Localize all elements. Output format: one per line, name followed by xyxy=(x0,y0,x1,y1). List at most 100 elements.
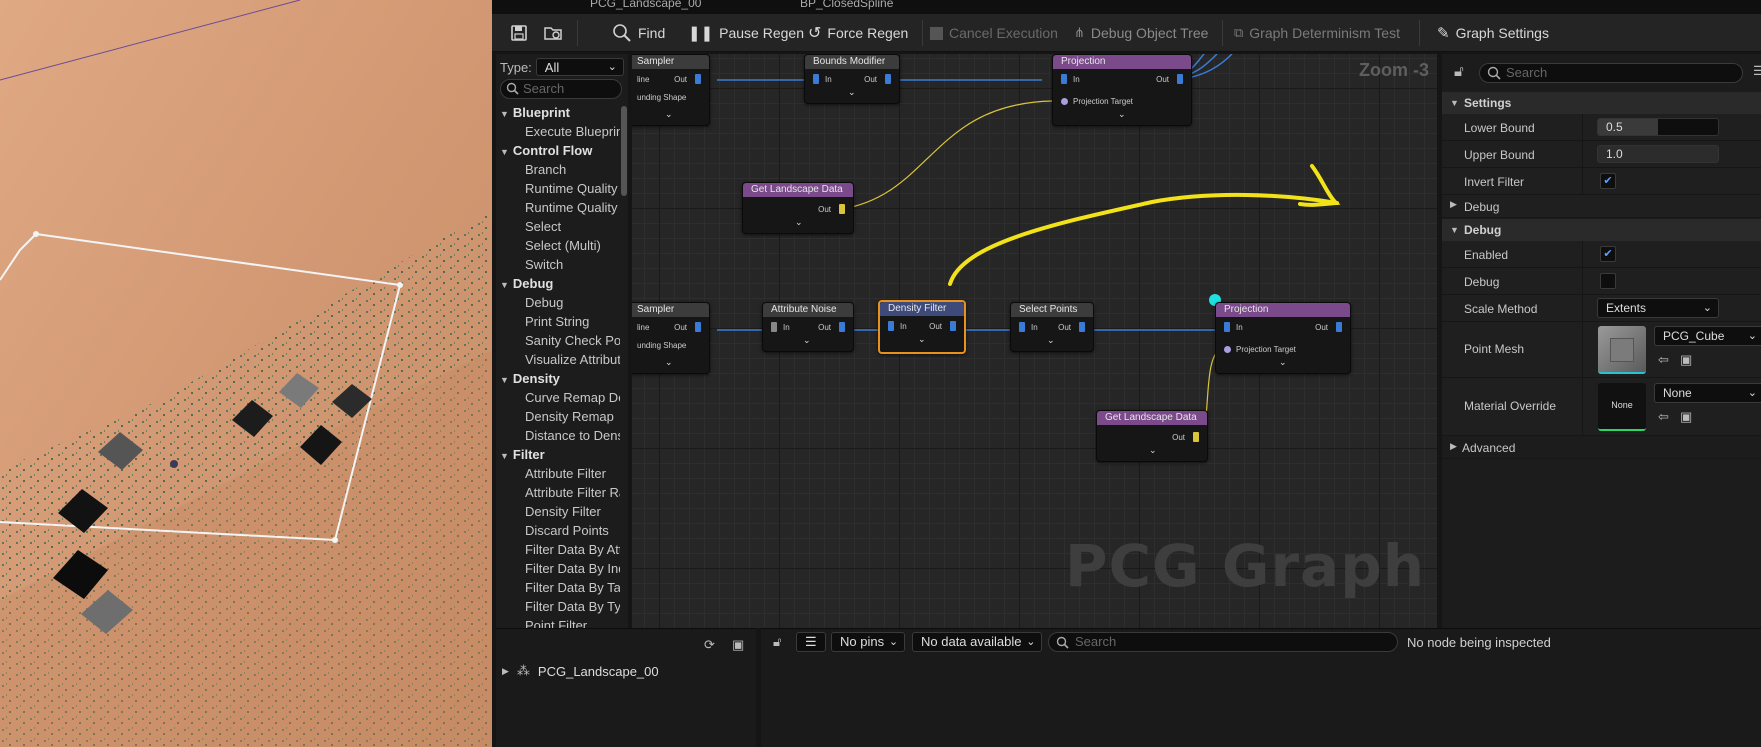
node-attribute-noise[interactable]: Attribute Noise In Out ⌄ xyxy=(762,302,854,352)
pin-in-icon[interactable] xyxy=(771,322,777,332)
palette-item[interactable]: Filter Data By Tag xyxy=(496,578,620,597)
lower-bound-field[interactable]: 0.5 xyxy=(1597,118,1719,136)
chevron-down-icon[interactable]: ⌄ xyxy=(665,357,673,368)
palette-item[interactable]: Attribute Filter xyxy=(496,464,620,483)
lock-icon[interactable]: 🔓︎ xyxy=(773,634,781,650)
node-select-points[interactable]: Select Points In Out ⌄ xyxy=(1010,302,1094,352)
palette-item[interactable]: Runtime Quality Select xyxy=(496,198,620,217)
debug-section-header[interactable]: ▼ Debug xyxy=(1442,219,1761,241)
palette-category[interactable]: ▼ Debug xyxy=(496,274,620,293)
palette-item[interactable]: Sanity Check Point Data xyxy=(496,331,620,350)
graph-settings-button[interactable]: ✎ Graph Settings xyxy=(1437,21,1549,45)
tab-bp-closed-spline[interactable]: BP_ClosedSpline xyxy=(782,0,932,14)
palette-category[interactable]: ▼ Blueprint xyxy=(496,103,620,122)
palette-item[interactable]: Switch xyxy=(496,255,620,274)
material-thumbnail[interactable]: None xyxy=(1598,383,1646,431)
advanced-row[interactable]: ▶ Advanced xyxy=(1442,436,1761,459)
palette-item[interactable]: Attribute Filter Range xyxy=(496,483,620,502)
enabled-checkbox[interactable]: ✔ xyxy=(1600,246,1616,262)
node-sampler-bottom[interactable]: Sampler line Out unding Shape ⌄ xyxy=(632,302,710,374)
settings-section-header[interactable]: ▼ Settings xyxy=(1442,92,1761,114)
point-mesh-thumbnail[interactable] xyxy=(1598,326,1646,374)
pin-out-icon[interactable] xyxy=(839,322,845,332)
node-get-landscape-top[interactable]: Get Landscape Data Out ⌄ xyxy=(742,182,854,234)
force-regen-button[interactable]: ↺ Force Regen xyxy=(808,21,908,45)
node-projection-bottom[interactable]: Projection In Out Projection Target ⌄ xyxy=(1215,302,1351,374)
pin-in-icon[interactable] xyxy=(1224,322,1230,332)
palette-category[interactable]: ▼ Density xyxy=(496,369,620,388)
point-mesh-dropdown[interactable]: PCG_Cube ⌄ xyxy=(1654,326,1761,346)
pin-out-icon[interactable] xyxy=(1177,74,1183,84)
outliner-item[interactable]: ▶ ⁂ PCG_Landscape_00 xyxy=(502,661,659,681)
node-projection-top[interactable]: Projection In Out Projection Target ⌄ xyxy=(1052,54,1192,126)
browse-asset-icon[interactable]: ▣ xyxy=(1680,352,1692,368)
material-override-dropdown[interactable]: None ⌄ xyxy=(1654,383,1761,403)
pin-in-icon[interactable] xyxy=(1061,74,1067,84)
browse-asset-icon[interactable]: ▣ xyxy=(732,637,744,653)
palette-item[interactable]: Debug xyxy=(496,293,620,312)
palette-category[interactable]: ▼ Control Flow xyxy=(496,141,620,160)
tab-pcg-landscape[interactable]: PCG_Landscape_00 xyxy=(572,0,722,14)
chevron-down-icon[interactable]: ⌄ xyxy=(848,87,856,98)
chevron-down-icon[interactable]: ⌄ xyxy=(795,217,803,228)
use-selected-asset-icon[interactable]: ⇦ xyxy=(1658,352,1669,368)
upper-bound-field[interactable]: 1.0 xyxy=(1597,145,1719,163)
palette-item[interactable]: Distance to Density xyxy=(496,426,620,445)
debug-object-tree-button[interactable]: ⋔ Debug Object Tree xyxy=(1074,21,1208,45)
chevron-down-icon[interactable]: ⌄ xyxy=(1118,109,1126,120)
browse-button[interactable] xyxy=(543,21,563,45)
palette-item[interactable]: Select xyxy=(496,217,620,236)
palette-type-dropdown[interactable]: All ⌄ xyxy=(535,58,624,76)
cancel-execution-button[interactable]: Cancel Execution xyxy=(930,21,1058,45)
use-selected-asset-icon[interactable]: ⇦ xyxy=(1658,409,1669,425)
palette-item[interactable]: Runtime Quality Branch xyxy=(496,179,620,198)
palette-item[interactable]: Print String xyxy=(496,312,620,331)
palette-item[interactable]: Execute Blueprint xyxy=(496,122,620,141)
palette-category[interactable]: ▼ Filter xyxy=(496,445,620,464)
palette-item[interactable]: Density Remap xyxy=(496,407,620,426)
palette-scrollbar[interactable] xyxy=(621,106,627,196)
pin-out-icon[interactable] xyxy=(1336,322,1342,332)
palette-item[interactable]: Filter Data By Type xyxy=(496,597,620,616)
palette-item[interactable]: Branch xyxy=(496,160,620,179)
pin-out-icon[interactable] xyxy=(695,322,701,332)
pin-out-icon[interactable] xyxy=(1079,322,1085,332)
lock-icon[interactable]: 🔓︎ xyxy=(1454,63,1464,80)
chevron-down-icon[interactable]: ⌄ xyxy=(803,335,811,346)
debug-checkbox[interactable] xyxy=(1600,273,1616,289)
palette-item[interactable]: Filter Data By Index xyxy=(496,559,620,578)
pin-target-icon[interactable] xyxy=(1061,98,1068,105)
pin-out-icon[interactable] xyxy=(839,204,845,214)
chevron-down-icon[interactable]: ⌄ xyxy=(1279,357,1287,368)
palette-item[interactable]: Point Filter xyxy=(496,616,620,628)
graph-canvas[interactable]: Zoom -3 PCG Graph Sampler line Out undin… xyxy=(632,54,1437,628)
node-get-landscape-bottom[interactable]: Get Landscape Data Out ⌄ xyxy=(1096,410,1208,462)
browse-asset-icon[interactable]: ▣ xyxy=(1680,409,1692,425)
palette-search-input[interactable]: Search xyxy=(500,79,622,99)
pin-out-icon[interactable] xyxy=(885,74,891,84)
pin-out-icon[interactable] xyxy=(695,74,701,84)
debug-subsection-row[interactable]: ▶ Debug xyxy=(1442,195,1761,218)
save-button[interactable] xyxy=(510,21,528,45)
graph-determinism-test-button[interactable]: ⧉ Graph Determinism Test xyxy=(1234,21,1400,45)
pin-in-icon[interactable] xyxy=(1019,322,1025,332)
find-button[interactable]: Find xyxy=(612,21,665,45)
invert-filter-checkbox[interactable]: ✔ xyxy=(1600,173,1616,189)
palette-item[interactable]: Select (Multi) xyxy=(496,236,620,255)
palette-item[interactable]: Discard Points xyxy=(496,521,620,540)
view-options-icon[interactable]: ☰ xyxy=(1753,63,1761,79)
chevron-down-icon[interactable]: ⌄ xyxy=(665,109,673,120)
refresh-icon[interactable]: ⟳ xyxy=(704,637,715,653)
pin-in-icon[interactable] xyxy=(813,74,819,84)
details-search-input[interactable]: Search xyxy=(1479,63,1743,83)
chevron-down-icon[interactable]: ⌄ xyxy=(1047,335,1055,346)
scale-method-dropdown[interactable]: Extents ⌄ xyxy=(1597,298,1719,318)
data-dropdown[interactable]: No data available ⌄ xyxy=(912,632,1043,652)
filter-button[interactable]: ☰ xyxy=(796,632,826,652)
pin-out-icon[interactable] xyxy=(1193,432,1199,442)
palette-item[interactable]: Visualize Attribute xyxy=(496,350,620,369)
level-viewport[interactable] xyxy=(0,0,492,747)
chevron-down-icon[interactable]: ⌄ xyxy=(1149,445,1157,456)
pin-target-icon[interactable] xyxy=(1224,346,1231,353)
node-bounds-modifier[interactable]: Bounds Modifier In Out ⌄ xyxy=(804,54,900,104)
